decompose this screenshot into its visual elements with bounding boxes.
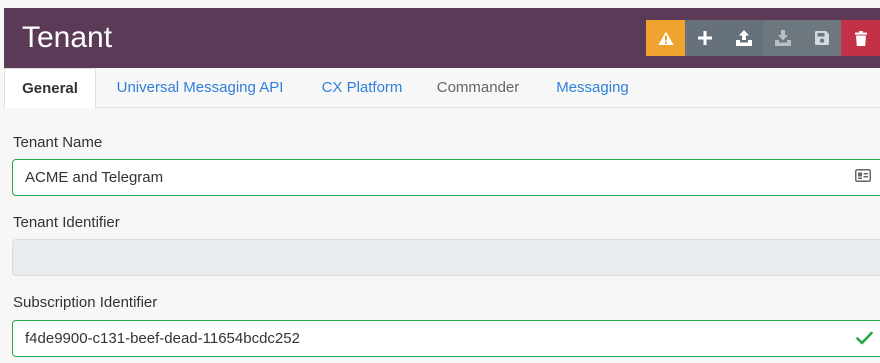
delete-button[interactable] [841, 20, 880, 56]
save-icon [814, 31, 829, 45]
add-button[interactable] [685, 20, 724, 56]
trash-icon [854, 30, 867, 46]
upload-icon [735, 30, 752, 46]
page-title: Tenant [22, 21, 113, 54]
tenant-identifier-label: Tenant Identifier [13, 214, 120, 231]
tab-bar: General Universal Messaging API CX Platf… [4, 68, 880, 108]
tenant-name-field[interactable]: ACME and Telegram [12, 159, 880, 196]
tenant-page: Tenant General Universal Messaging API C… [0, 0, 880, 363]
toolbar [646, 20, 880, 56]
download-icon [774, 30, 791, 46]
tab-general[interactable]: General [4, 68, 96, 108]
subscription-identifier-field[interactable]: f4de9900-c131-beef-dead-11654bcdc252 [12, 320, 880, 357]
save-button[interactable] [802, 20, 841, 56]
warning-button[interactable] [646, 20, 685, 56]
id-card-icon [855, 169, 871, 182]
tab-cx-platform[interactable]: CX Platform [309, 68, 415, 108]
tenant-name-label: Tenant Name [13, 134, 103, 151]
tenant-name-value: ACME and Telegram [25, 169, 164, 186]
download-button[interactable] [763, 20, 802, 56]
tenant-identifier-field[interactable] [12, 239, 880, 276]
tab-universal-messaging-api[interactable]: Universal Messaging API [108, 68, 292, 108]
tab-commander[interactable]: Commander [428, 68, 528, 108]
header-bar: Tenant [4, 8, 880, 68]
subscription-identifier-label: Subscription Identifier [13, 294, 158, 311]
upload-button[interactable] [724, 20, 763, 56]
tab-messaging[interactable]: Messaging [545, 68, 640, 108]
checkmark-icon [856, 331, 873, 345]
warning-icon [657, 31, 674, 45]
plus-icon [697, 31, 712, 45]
subscription-identifier-value: f4de9900-c131-beef-dead-11654bcdc252 [25, 330, 300, 347]
